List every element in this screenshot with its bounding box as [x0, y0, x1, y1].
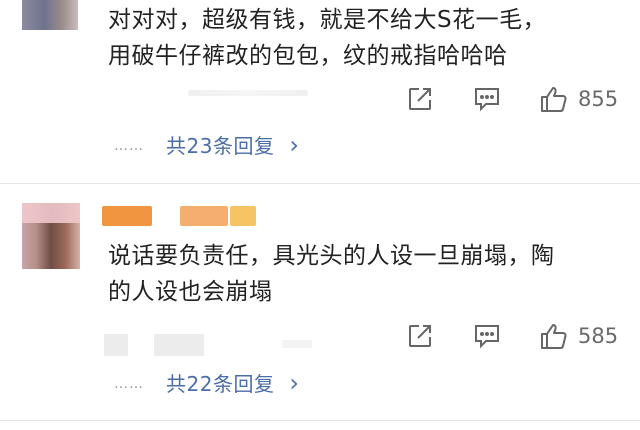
comment-text-line: 的人设也会崩塌 [108, 279, 273, 305]
user-badge-placeholder [180, 206, 228, 226]
comment-text-line: 用破牛仔裤改的包包，纹的戒指哈哈哈 [108, 43, 508, 69]
like-icon[interactable] [539, 321, 569, 351]
comment-text-line: 对对对，超级有钱，就是不给大S花一毛， [108, 7, 547, 33]
like-count: 855 [578, 87, 619, 111]
username-placeholder[interactable] [102, 206, 152, 226]
comment-meta-placeholder [104, 334, 128, 356]
user-badge-placeholder [230, 206, 256, 226]
view-replies-link[interactable]: 共23条回复 › [166, 130, 299, 159]
chevron-right-icon: › [289, 131, 300, 159]
divider [0, 420, 640, 421]
comment-meta-placeholder [188, 90, 308, 96]
replies-dots: …… [114, 376, 144, 392]
replies-label: 共22条回复 [166, 372, 275, 396]
comment-meta-placeholder [282, 340, 312, 348]
comment-icon[interactable] [473, 323, 501, 349]
replies-label: 共23条回复 [166, 134, 275, 158]
chevron-right-icon: › [289, 369, 300, 397]
replies-dots: …… [114, 138, 144, 154]
comment-icon[interactable] [473, 86, 501, 112]
share-icon[interactable] [406, 322, 434, 350]
comment-meta-placeholder [154, 334, 204, 356]
divider [0, 183, 640, 184]
share-icon[interactable] [406, 85, 434, 113]
view-replies-link[interactable]: 共22条回复 › [166, 368, 299, 397]
avatar[interactable] [22, 0, 78, 30]
comment-text: 说话要负责任，具光头的人设一旦崩塌，陶 的人设也会崩塌 [108, 238, 628, 310]
like-count: 585 [578, 324, 619, 348]
avatar[interactable] [22, 203, 80, 269]
like-icon[interactable] [539, 84, 569, 114]
comment-text: 对对对，超级有钱，就是不给大S花一毛， 用破牛仔裤改的包包，纹的戒指哈哈哈 [108, 2, 628, 74]
comment-text-line: 说话要负责任，具光头的人设一旦崩塌，陶 [108, 243, 555, 269]
